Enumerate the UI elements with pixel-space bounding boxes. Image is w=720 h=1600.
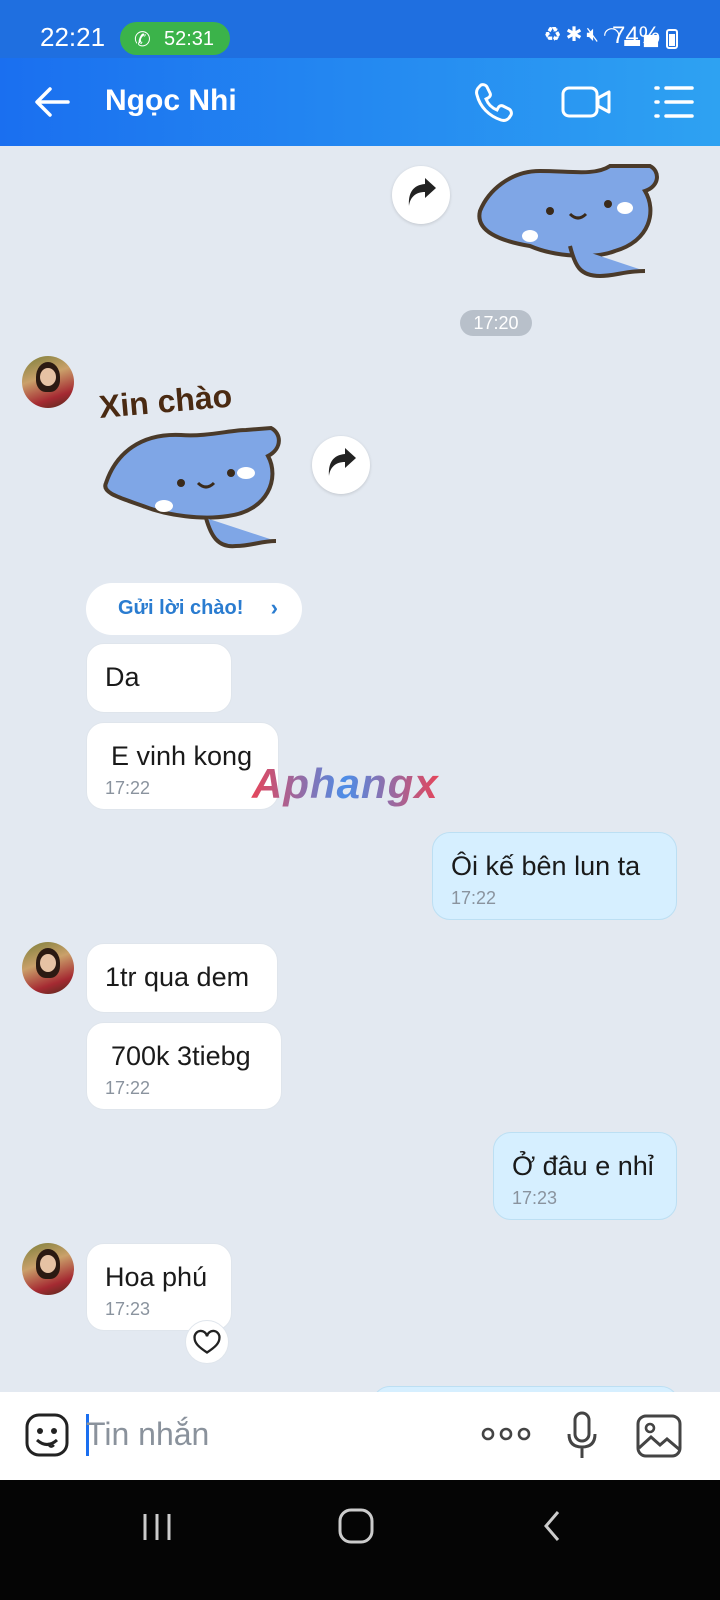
video-camera-icon[interactable] [560,80,612,124]
sticker-text: Xin chào [97,378,233,425]
avatar[interactable] [22,356,74,408]
phone-icon: ✆ [134,29,151,51]
avatar[interactable] [22,942,74,994]
phone-icon[interactable] [472,80,516,124]
heart-icon [193,1329,221,1354]
message-text: E vinh kong [111,741,253,771]
message-text: Ôi kế bên lun ta [451,851,641,881]
chat-header: Ngọc Nhi [0,58,720,146]
battery-percent: 74% [612,22,661,49]
message-text: 700k 3tiebg [111,1041,251,1071]
message-text: Hoa phú [105,1262,208,1292]
message-time: 17:22 [451,888,497,908]
battery-icon [666,29,678,49]
cat-sticker[interactable] [470,146,670,291]
forward-arrow-icon [408,178,436,206]
call-duration: 52:31 [164,28,215,50]
status-bar: 22:21 ✆ 52:31 ♻✱🔇︎◠▂▄ 74% [0,0,720,58]
message-time: 17:22 [105,778,151,798]
message-bubble[interactable]: Ở đâu e nhỉ 17:23 [493,1132,677,1220]
message-input-bar: Tin nhắn [0,1392,720,1480]
ongoing-call-pill[interactable]: ✆ 52:31 [120,22,230,55]
home-icon[interactable] [336,1506,376,1546]
sticker-emoji-icon[interactable] [24,1412,70,1458]
send-greeting-button[interactable]: Gửi lời chào! › [86,583,302,635]
chevron-right-icon: › [270,595,278,620]
watermark: Aphangx [251,760,439,807]
gallery-image-icon[interactable] [636,1414,682,1458]
message-text: Ở đâu e nhỉ [512,1151,654,1181]
recycle-icon: ♻ [543,24,566,46]
react-heart-button[interactable] [185,1320,229,1364]
send-greeting-label: Gửi lời chào! [118,597,244,619]
share-button[interactable] [392,166,450,224]
time-separator: 17:20 [460,310,532,336]
message-time: 17:22 [105,1078,151,1098]
watermark-text: Aphangx [251,760,439,807]
mute-icon: 🔇︎ [586,24,603,46]
share-button[interactable] [312,436,370,494]
xin-chao-sticker[interactable]: Xin chào [96,378,296,558]
message-bubble[interactable]: 1tr qua dem [86,943,278,1013]
avatar[interactable] [22,1243,74,1295]
menu-list-icon[interactable] [652,82,696,122]
contact-name[interactable]: Ngọc Nhi [105,84,237,118]
microphone-icon[interactable] [566,1410,598,1462]
message-bubble[interactable]: 700k 3tiebg 17:22 [86,1022,282,1110]
message-text: 1tr qua dem [105,962,250,992]
message-bubble[interactable]: Ôi kế bên lun ta 17:22 [432,832,677,920]
bluetooth-icon: ✱ [565,24,587,46]
message-text: Da [105,662,140,692]
recent-apps-icon[interactable] [140,1510,174,1544]
message-bubble[interactable]: Da [86,643,232,713]
message-time: 17:23 [512,1188,558,1208]
message-time: 17:23 [105,1299,151,1319]
message-input[interactable]: Tin nhắn [86,1416,209,1453]
more-options-icon[interactable] [480,1424,532,1444]
status-time: 22:21 [40,22,106,52]
back-arrow-icon[interactable] [32,82,72,122]
system-navigation-bar [0,1480,720,1600]
message-bubble[interactable]: Hoa phú 17:23 [86,1243,232,1331]
nav-back-icon[interactable] [540,1508,564,1544]
forward-arrow-icon [328,448,356,476]
